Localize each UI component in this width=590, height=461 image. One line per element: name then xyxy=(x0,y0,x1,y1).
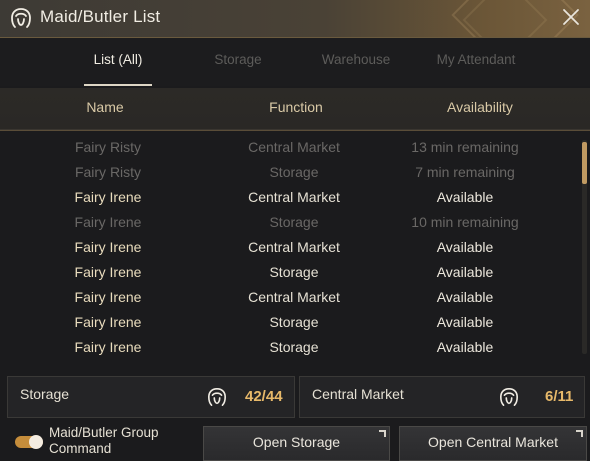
open-central-market-label: Open Central Market xyxy=(428,434,558,450)
list-row[interactable]: Fairy Irene Central Market Available xyxy=(0,286,578,311)
row-name: Fairy Risty xyxy=(74,139,142,155)
row-availability: 7 min remaining xyxy=(415,164,515,180)
toggle-knob xyxy=(29,435,43,449)
row-function: Central Market xyxy=(248,239,340,255)
maid-list: Fairy Risty Central Market 13 min remain… xyxy=(0,131,578,366)
list-row[interactable]: Fairy Irene Central Market Available xyxy=(0,186,578,211)
column-header-name: Name xyxy=(86,99,124,115)
popout-icon xyxy=(576,430,583,437)
row-name: Fairy Irene xyxy=(74,289,142,305)
row-availability: Available xyxy=(436,239,494,255)
list-row[interactable]: Fairy Irene Storage Available xyxy=(0,311,578,336)
column-headers: Name Function Availability xyxy=(0,88,590,130)
row-availability: Available xyxy=(436,264,494,280)
maid-head-icon xyxy=(11,8,31,28)
row-name: Fairy Irene xyxy=(74,339,142,355)
active-tab-underline xyxy=(84,84,152,86)
title-bar: Maid/Butler List xyxy=(0,0,590,38)
open-storage-button[interactable]: Open Storage xyxy=(203,426,390,461)
row-availability: Available xyxy=(436,314,494,330)
row-name: Fairy Irene xyxy=(74,214,142,230)
open-central-market-button[interactable]: Open Central Market xyxy=(399,426,587,461)
tab-list-all[interactable]: List (All) xyxy=(53,52,183,67)
row-availability: Available xyxy=(436,189,494,205)
row-name: Fairy Risty xyxy=(74,164,142,180)
row-availability: 13 min remaining xyxy=(411,139,519,155)
list-row[interactable]: Fairy Irene Storage Available xyxy=(0,261,578,286)
row-name: Fairy Irene xyxy=(74,314,142,330)
maid-head-icon xyxy=(207,388,227,406)
market-summary: Central Market 6/11 xyxy=(299,376,585,418)
storage-count: 42/44 xyxy=(245,388,283,405)
tab-warehouse[interactable]: Warehouse xyxy=(291,52,421,67)
row-function: Storage xyxy=(269,314,319,330)
window-title: Maid/Butler List xyxy=(40,7,161,26)
row-availability: Available xyxy=(436,339,494,355)
tab-storage[interactable]: Storage xyxy=(173,52,303,67)
column-header-availability: Availability xyxy=(447,99,513,115)
list-row[interactable]: Fairy Risty Storage 7 min remaining xyxy=(0,161,578,186)
list-row[interactable]: Fairy Risty Central Market 13 min remain… xyxy=(0,136,578,161)
list-row[interactable]: Fairy Irene Central Market Available xyxy=(0,236,578,261)
list-row[interactable]: Fairy Irene Storage Available xyxy=(0,336,578,361)
open-storage-label: Open Storage xyxy=(252,434,341,450)
column-header-function: Function xyxy=(269,99,323,115)
list-scrollbar-thumb[interactable] xyxy=(582,142,587,184)
tab-bar: List (All) Storage Warehouse My Attendan… xyxy=(0,38,590,86)
popout-icon xyxy=(379,430,386,437)
row-availability: 10 min remaining xyxy=(411,214,519,230)
group-command-label: Maid/Butler Group Command xyxy=(49,425,159,456)
row-function: Central Market xyxy=(248,189,340,205)
row-function: Storage xyxy=(269,264,319,280)
row-name: Fairy Irene xyxy=(74,239,142,255)
close-icon[interactable] xyxy=(560,6,582,28)
row-name: Fairy Irene xyxy=(74,189,142,205)
row-function: Central Market xyxy=(248,139,340,155)
row-function: Storage xyxy=(269,339,319,355)
market-summary-label: Central Market xyxy=(312,386,404,402)
row-function: Storage xyxy=(269,214,319,230)
market-count: 6/11 xyxy=(545,388,574,405)
row-function: Central Market xyxy=(248,289,340,305)
row-availability: Available xyxy=(436,289,494,305)
storage-summary-label: Storage xyxy=(20,386,70,402)
tab-my-attendant[interactable]: My Attendant xyxy=(411,52,541,67)
group-command-toggle[interactable] xyxy=(15,435,43,449)
maid-head-icon xyxy=(499,388,519,406)
row-name: Fairy Irene xyxy=(74,264,142,280)
storage-summary: Storage 42/44 xyxy=(7,376,295,418)
list-row[interactable]: Fairy Irene Storage 10 min remaining xyxy=(0,211,578,236)
row-function: Storage xyxy=(269,164,319,180)
